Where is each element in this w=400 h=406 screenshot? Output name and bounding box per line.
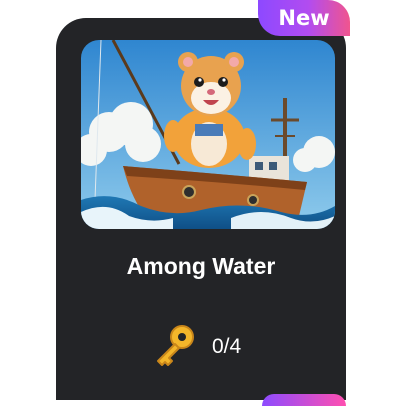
keys-count: 0/4 <box>212 335 242 358</box>
card-title: Among Water <box>126 253 276 279</box>
new-badge: New <box>258 0 350 36</box>
keys-progress: 0/4 <box>150 322 241 372</box>
card-image <box>81 40 335 229</box>
key-icon <box>157 325 194 366</box>
next-card-badge-edge <box>262 394 346 406</box>
